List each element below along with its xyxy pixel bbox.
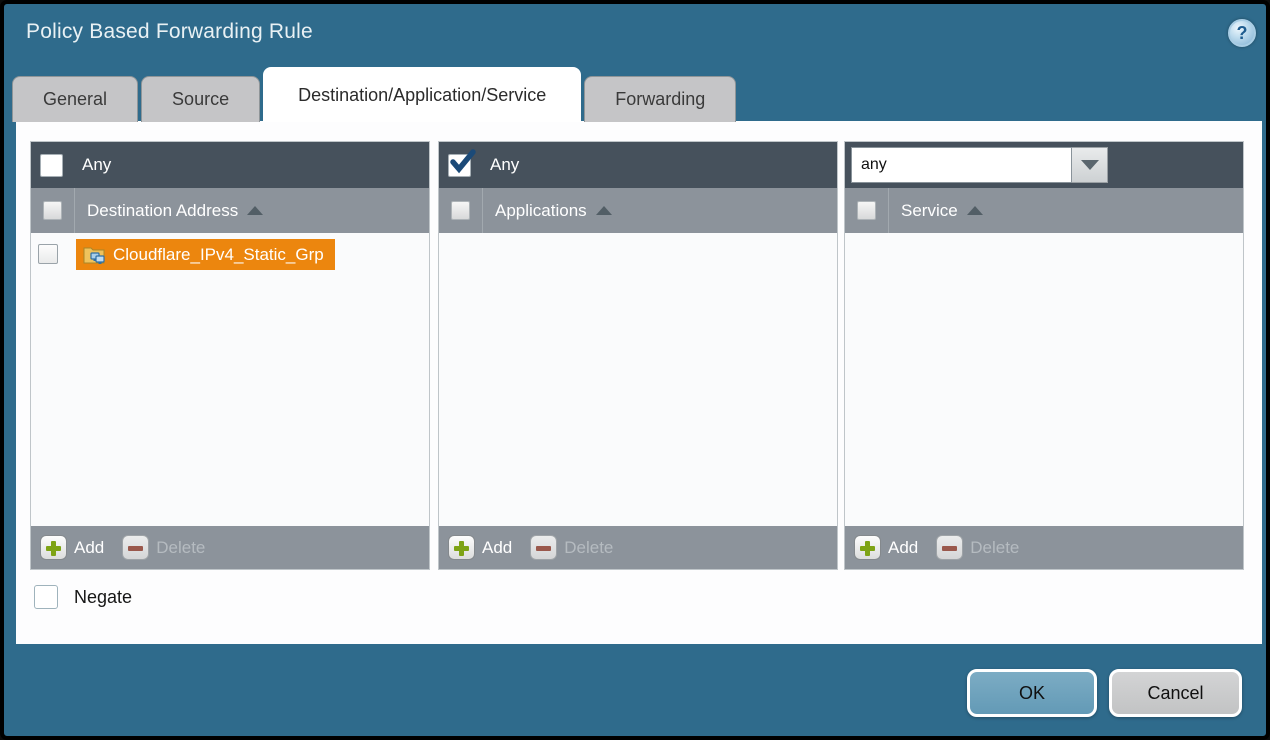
negate-label: Negate — [74, 587, 132, 608]
delete-label: Delete — [970, 538, 1019, 558]
service-column: any Service Add — [844, 141, 1244, 570]
applications-list — [439, 233, 837, 526]
destination-item-chip[interactable]: Cloudflare_IPv4_Static_Grp — [76, 239, 335, 270]
tab-bar: General Source Destination/Application/S… — [12, 67, 739, 122]
service-dropdown-button[interactable] — [1072, 147, 1108, 183]
tab-forwarding[interactable]: Forwarding — [584, 76, 736, 122]
policy-forwarding-dialog: Policy Based Forwarding Rule ? General S… — [0, 0, 1270, 740]
tab-source[interactable]: Source — [141, 76, 260, 122]
destination-any-checkbox[interactable] — [40, 154, 63, 177]
applications-select-all-checkbox[interactable] — [451, 201, 470, 220]
destination-header-label[interactable]: Destination Address — [87, 201, 238, 221]
delete-minus-icon — [530, 535, 557, 560]
list-item: Cloudflare_IPv4_Static_Grp — [31, 233, 429, 270]
add-plus-icon — [40, 535, 67, 560]
destination-header-row: Destination Address — [31, 188, 429, 233]
header-separator — [74, 188, 75, 233]
applications-footer: Add Delete — [439, 526, 837, 569]
service-dropdown-value[interactable]: any — [851, 147, 1072, 183]
service-footer: Add Delete — [845, 526, 1243, 569]
sort-asc-icon[interactable] — [967, 206, 983, 215]
service-dropdown[interactable]: any — [851, 147, 1108, 183]
ok-button[interactable]: OK — [967, 669, 1097, 717]
add-label: Add — [888, 538, 918, 558]
service-header-label[interactable]: Service — [901, 201, 958, 221]
applications-column: Any Applications Add Delete — [438, 141, 838, 570]
destination-add-button[interactable]: Add — [40, 535, 104, 560]
add-plus-icon — [854, 535, 881, 560]
help-glyph: ? — [1237, 23, 1248, 44]
delete-minus-icon — [936, 535, 963, 560]
tab-general[interactable]: General — [12, 76, 138, 122]
caret-down-icon — [1081, 160, 1099, 170]
sort-asc-icon[interactable] — [247, 206, 263, 215]
applications-delete-button[interactable]: Delete — [530, 535, 613, 560]
check-icon — [449, 149, 476, 176]
destination-any-label: Any — [82, 155, 111, 175]
applications-any-checkbox[interactable] — [448, 154, 471, 177]
destination-list: Cloudflare_IPv4_Static_Grp — [31, 233, 429, 526]
destination-delete-button[interactable]: Delete — [122, 535, 205, 560]
service-any-bar: any — [845, 142, 1243, 188]
address-group-icon — [83, 244, 106, 265]
cancel-button[interactable]: Cancel — [1109, 669, 1242, 717]
applications-add-button[interactable]: Add — [448, 535, 512, 560]
destination-footer: Add Delete — [31, 526, 429, 569]
service-delete-button[interactable]: Delete — [936, 535, 1019, 560]
destination-address-column: Any Destination Address — [30, 141, 430, 570]
tab-destination-application-service[interactable]: Destination/Application/Service — [263, 67, 581, 122]
tab-content-panel: Any Destination Address — [16, 121, 1262, 644]
header-separator — [482, 188, 483, 233]
applications-header-label[interactable]: Applications — [495, 201, 587, 221]
negate-control: Negate — [34, 585, 132, 609]
service-list — [845, 233, 1243, 526]
delete-minus-icon — [122, 535, 149, 560]
destination-select-all-checkbox[interactable] — [43, 201, 62, 220]
delete-label: Delete — [156, 538, 205, 558]
applications-any-bar: Any — [439, 142, 837, 188]
add-label: Add — [74, 538, 104, 558]
service-header-row: Service — [845, 188, 1243, 233]
add-plus-icon — [448, 535, 475, 560]
applications-header-row: Applications — [439, 188, 837, 233]
destination-any-bar: Any — [31, 142, 429, 188]
destination-item-checkbox[interactable] — [38, 244, 58, 264]
sort-asc-icon[interactable] — [596, 206, 612, 215]
service-select-all-checkbox[interactable] — [857, 201, 876, 220]
delete-label: Delete — [564, 538, 613, 558]
destination-item-label: Cloudflare_IPv4_Static_Grp — [113, 245, 324, 265]
header-separator — [888, 188, 889, 233]
negate-checkbox[interactable] — [34, 585, 58, 609]
help-icon[interactable]: ? — [1228, 19, 1256, 47]
applications-any-label: Any — [490, 155, 519, 175]
add-label: Add — [482, 538, 512, 558]
service-add-button[interactable]: Add — [854, 535, 918, 560]
dialog-title: Policy Based Forwarding Rule — [26, 20, 313, 44]
